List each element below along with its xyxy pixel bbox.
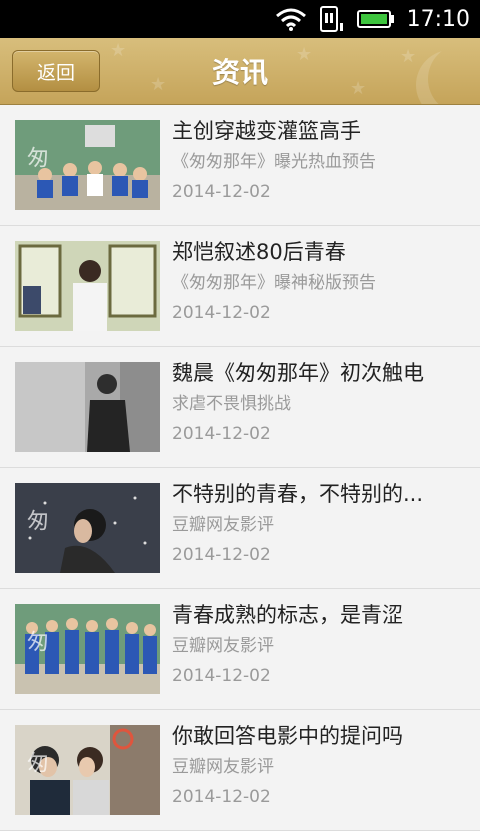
news-subtitle: 求虐不畏惧挑战	[172, 394, 291, 414]
status-time: 17:10	[406, 6, 470, 32]
thumbnail-overlay-text: 匆	[23, 751, 48, 773]
news-date: 2014-12-02	[172, 303, 271, 323]
news-date: 2014-12-02	[172, 424, 271, 444]
news-date: 2014-12-02	[172, 545, 271, 565]
news-title: 魏晨《匆匆那年》初次触电	[172, 361, 424, 385]
news-date: 2014-12-02	[172, 666, 271, 686]
thumbnail-overlay-text: 匆	[23, 146, 48, 168]
news-subtitle: 豆瓣网友影评	[172, 515, 274, 535]
news-subtitle: 《匆匆那年》曝光热血预告	[172, 152, 376, 172]
news-subtitle: 豆瓣网友影评	[172, 636, 274, 656]
news-subtitle: 豆瓣网友影评	[172, 757, 274, 777]
news-thumbnail: 匆	[15, 483, 160, 573]
news-item[interactable]: 魏晨《匆匆那年》初次触电 求虐不畏惧挑战 2014-12-02	[0, 347, 480, 468]
page-title: 资讯	[211, 56, 268, 89]
news-thumbnail: 匆	[15, 725, 160, 815]
news-item[interactable]: 匆 不特别的青春，不特别的... 豆瓣网友影评 2014-12-02	[0, 468, 480, 589]
news-item[interactable]: 匆 主创穿越变灌篮高手 《匆匆那年》曝光热血预告 2014-12-02	[0, 105, 480, 226]
status-bar: 17:10	[0, 0, 480, 38]
news-item[interactable]: 匆 你敢回答电影中的提问吗 豆瓣网友影评 2014-12-02	[0, 710, 480, 831]
news-title: 郑恺叙述80后青春	[172, 240, 346, 264]
news-date: 2014-12-02	[172, 182, 271, 202]
wifi-icon	[275, 7, 307, 31]
thumbnail-overlay-text: 匆	[23, 509, 48, 531]
news-item[interactable]: 匆 青春成熟的标志，是青涩 豆瓣网友影评 2014-12-02	[0, 589, 480, 710]
news-subtitle: 《匆匆那年》曝神秘版预告	[172, 273, 376, 293]
news-date: 2014-12-02	[172, 787, 271, 807]
news-title: 不特别的青春，不特别的...	[172, 482, 424, 506]
news-thumbnail: 匆	[15, 120, 160, 210]
sim-icon	[319, 5, 345, 33]
news-thumbnail	[15, 362, 160, 452]
news-thumbnail: 匆	[15, 604, 160, 694]
news-item[interactable]: 郑恺叙述80后青春 《匆匆那年》曝神秘版预告 2014-12-02	[0, 226, 480, 347]
news-thumbnail	[15, 241, 160, 331]
thumbnail-overlay-text: 匆	[23, 630, 48, 652]
title-bar: ★ ★ ★ ★ ★ 返回 资讯	[0, 38, 480, 105]
news-title: 主创穿越变灌篮高手	[172, 119, 361, 143]
battery-icon	[356, 9, 395, 29]
news-list: 匆 主创穿越变灌篮高手 《匆匆那年》曝光热血预告 2014-12-02 郑恺叙述…	[0, 105, 480, 831]
news-title: 青春成熟的标志，是青涩	[172, 603, 403, 627]
news-title: 你敢回答电影中的提问吗	[172, 724, 403, 748]
